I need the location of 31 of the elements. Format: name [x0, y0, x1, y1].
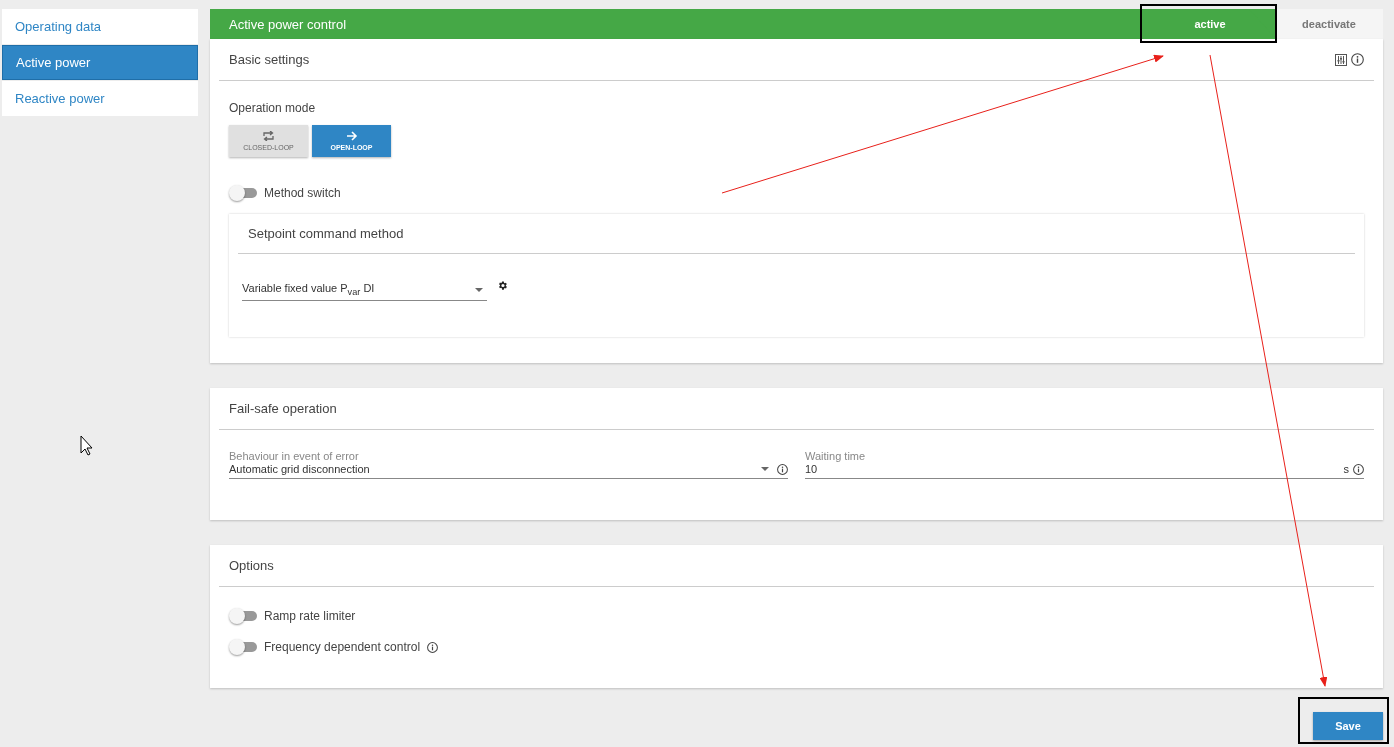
header-title: Active power control [228, 16, 347, 32]
card-title: Options [229, 558, 274, 574]
sidebar-item[interactable]: Active power [2, 45, 198, 80]
behaviour-dropdown[interactable]: Behaviour in event of error Automatic grid disconnection [229, 450, 788, 480]
sliders-icon[interactable] [1335, 53, 1347, 66]
waiting-time-field[interactable]: Waiting time 10 s [805, 450, 1364, 480]
sidebar-item[interactable]: Reactive power [2, 81, 198, 116]
toggle-switch[interactable] [229, 639, 257, 656]
caret-icon [761, 467, 769, 472]
toggle-switch[interactable] [229, 608, 257, 625]
info-icon[interactable] [777, 463, 788, 475]
panel-title: Setpoint command method [248, 226, 404, 241]
field-label: Operation mode [229, 101, 317, 115]
toggle-label: Frequency dependent control [264, 640, 421, 655]
toggle-label: Method switch [264, 186, 341, 200]
info-icon[interactable] [1353, 463, 1364, 475]
arrow-icon [345, 131, 358, 141]
settings-icon[interactable] [497, 280, 508, 291]
method-dropdown[interactable]: Variable fixed value P$_{var}$ DI [242, 280, 487, 302]
status-button[interactable]: deactivate [1275, 9, 1383, 39]
save-button[interactable]: Save [1313, 712, 1383, 741]
toggle-label: Ramp rate limiter [264, 609, 356, 624]
loop-icon [262, 131, 275, 141]
toggle-switch[interactable] [229, 185, 257, 201]
caret-icon [475, 287, 483, 292]
info-icon[interactable] [427, 641, 439, 653]
cursor-icon [80, 435, 93, 456]
card-title: Basic settings [229, 52, 310, 67]
info-icon[interactable] [1351, 53, 1364, 66]
sidebar-item[interactable]: Operating data [2, 9, 198, 44]
card-title: Fail-safe operation [229, 401, 337, 417]
